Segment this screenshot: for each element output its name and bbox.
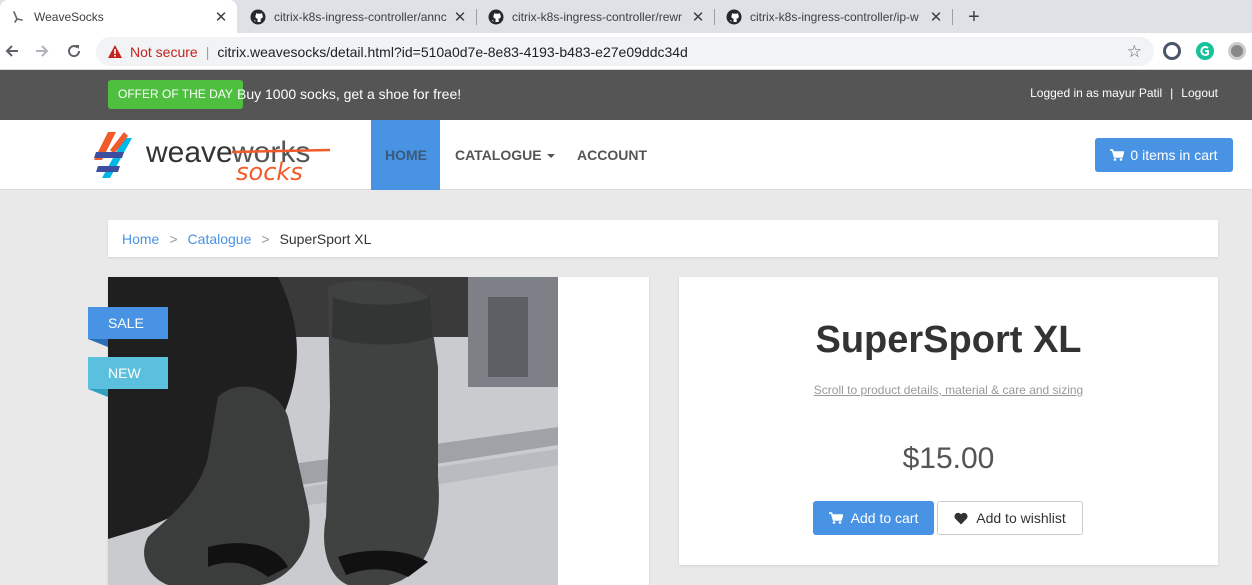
loading-icon	[10, 9, 26, 25]
add-to-cart-button[interactable]: Add to cart	[813, 501, 934, 535]
tab-title: citrix-k8s-ingress-controller/ip-w	[750, 9, 919, 24]
cart-icon	[1110, 149, 1125, 161]
logout-link[interactable]: Logout	[1181, 86, 1218, 100]
browser-tab-weavesocks[interactable]: WeaveSocks ✕	[0, 0, 237, 33]
heart-icon	[954, 512, 968, 524]
offer-topbar: Offer of the day Buy 1000 socks, get a s…	[0, 70, 1252, 120]
tab-title: WeaveSocks	[34, 9, 104, 24]
breadcrumb-home[interactable]: Home	[122, 231, 159, 247]
browser-tabbar: WeaveSocks ✕ citrix-k8s-ingress-controll…	[0, 0, 1252, 33]
close-icon[interactable]: ✕	[928, 9, 944, 26]
new-tab-plus-icon[interactable]: +	[963, 6, 985, 28]
add-to-wishlist-label: Add to wishlist	[976, 510, 1066, 526]
sale-ribbon: Sale	[88, 307, 168, 347]
tab-title: citrix-k8s-ingress-controller/rewr	[512, 9, 683, 24]
offer-text: Buy 1000 socks, get a shoe for free!	[237, 86, 462, 102]
omnibox-divider: |	[205, 43, 210, 60]
tab-divider	[952, 9, 953, 25]
logo-word-weave: weave	[145, 136, 233, 169]
reload-icon[interactable]	[62, 39, 86, 63]
logged-in-text: Logged in as mayur Patil	[1030, 86, 1163, 100]
cart-button[interactable]: 0 items in cart	[1095, 138, 1233, 172]
github-icon	[726, 9, 742, 25]
add-to-cart-label: Add to cart	[850, 510, 919, 526]
profile-icon[interactable]	[1228, 42, 1246, 60]
warning-triangle-icon	[108, 45, 122, 59]
github-icon	[250, 9, 266, 25]
browser-toolbar: Not secure | citrix.weavesocks/detail.ht…	[0, 33, 1252, 70]
close-icon[interactable]: ✕	[452, 9, 468, 26]
address-bar[interactable]: Not secure | citrix.weavesocks/detail.ht…	[96, 37, 1154, 66]
forward-arrow-icon[interactable]	[30, 39, 54, 63]
browser-tab-github-2[interactable]: citrix-k8s-ingress-controller/rewr ✕	[478, 0, 714, 33]
offer-of-the-day-button[interactable]: Offer of the day	[108, 80, 243, 109]
new-ribbon: New	[88, 357, 168, 397]
product-price: $15.00	[902, 442, 995, 475]
breadcrumb-current: SuperSport XL	[279, 230, 372, 247]
breadcrumb-separator: >	[261, 230, 270, 247]
cart-icon	[828, 512, 843, 524]
nav-catalogue-label: Catalogue	[455, 147, 542, 163]
tab-divider	[476, 9, 477, 25]
nav-catalogue[interactable]: Catalogue	[441, 120, 569, 190]
bookmark-star-icon[interactable]: ☆	[1127, 42, 1142, 62]
grammarly-icon[interactable]	[1196, 42, 1214, 60]
nav-account[interactable]: Account	[563, 120, 661, 190]
scroll-to-details-link[interactable]: Scroll to product details, material & ca…	[679, 383, 1218, 397]
weaveworks-socks-logo[interactable]: weave works socks	[94, 130, 334, 186]
github-icon	[488, 9, 504, 25]
product-title: SuperSport XL	[815, 319, 1082, 361]
breadcrumb: Home > Catalogue > SuperSport XL	[108, 220, 1218, 257]
tab-title: citrix-k8s-ingress-controller/annc	[274, 9, 447, 24]
chevron-down-icon	[546, 154, 555, 159]
weaveworks-logo-mark-icon	[94, 132, 132, 178]
browser-tab-github-1[interactable]: citrix-k8s-ingress-controller/annc ✕	[240, 0, 476, 33]
login-separator: |	[1170, 86, 1174, 100]
breadcrumb-separator: >	[169, 230, 178, 247]
url-text[interactable]: citrix.weavesocks/detail.html?id=510a0d7…	[217, 44, 688, 60]
cart-label: 0 items in cart	[1130, 147, 1218, 163]
logo-word-socks: socks	[236, 158, 303, 182]
product-photo[interactable]	[108, 277, 558, 585]
add-to-wishlist-button[interactable]: Add to wishlist	[937, 501, 1083, 535]
nav-home[interactable]: Home	[371, 120, 440, 190]
security-label[interactable]: Not secure	[130, 44, 198, 60]
login-area: Logged in as mayur Patil | Logout	[1030, 86, 1218, 100]
tab-divider	[714, 9, 715, 25]
breadcrumb-catalogue[interactable]: Catalogue	[188, 231, 252, 247]
close-icon[interactable]: ✕	[690, 9, 706, 26]
main-navbar: weave works socks Home Catalogue Account…	[0, 120, 1252, 190]
extension-icon[interactable]	[1163, 42, 1181, 60]
browser-tab-github-3[interactable]: citrix-k8s-ingress-controller/ip-w ✕	[716, 0, 952, 33]
back-arrow-icon[interactable]	[0, 39, 24, 63]
product-details-panel: SuperSport XL Scroll to product details,…	[679, 277, 1218, 565]
close-icon[interactable]: ✕	[213, 9, 229, 26]
